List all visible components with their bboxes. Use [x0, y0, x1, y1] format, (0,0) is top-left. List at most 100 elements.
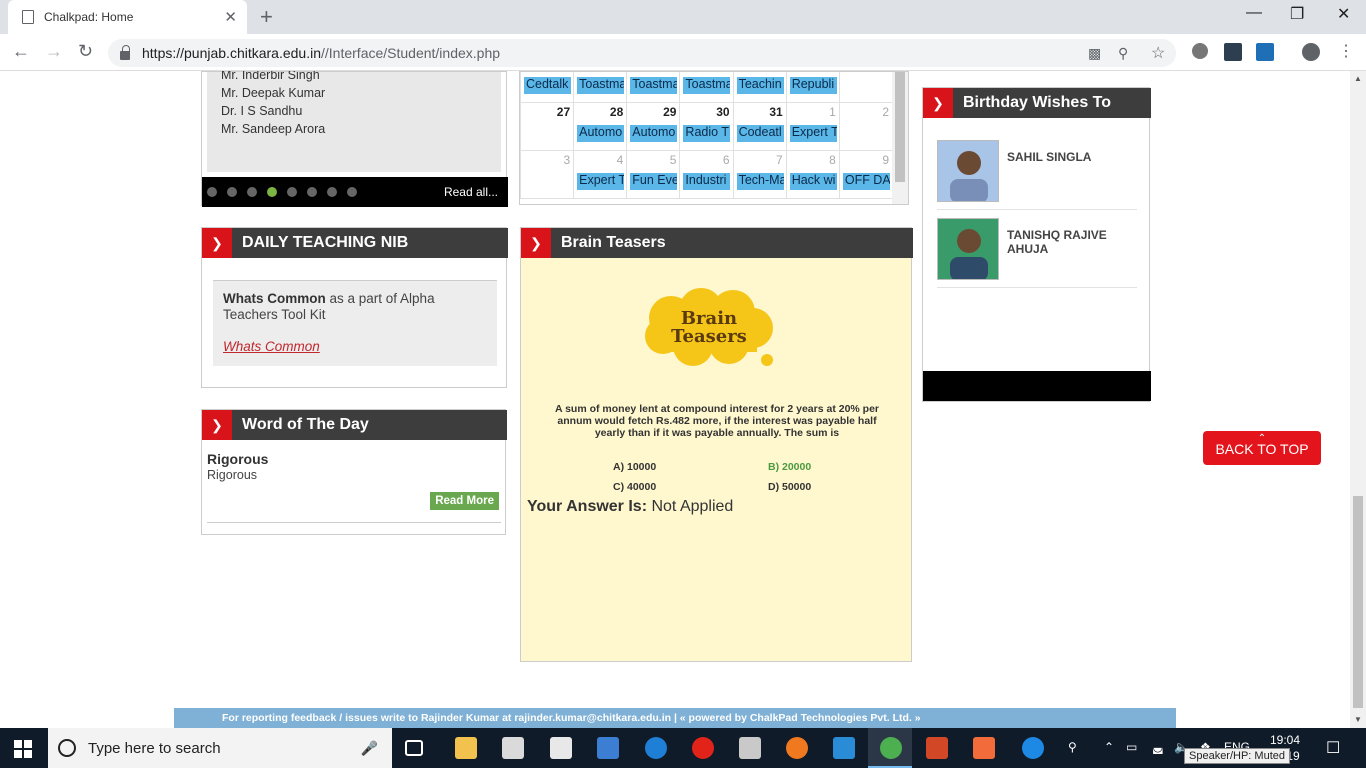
- slider-dot[interactable]: [247, 187, 257, 197]
- calendar-day-cell[interactable]: Toastma: [626, 72, 681, 103]
- back-to-top-button[interactable]: ⌃ BACK TO TOP: [1203, 431, 1321, 465]
- file-explorer-icon[interactable]: [455, 737, 477, 759]
- slider-dot[interactable]: [347, 187, 357, 197]
- chevron-up-icon[interactable]: ⌃: [1104, 740, 1114, 754]
- calendar-day-cell[interactable]: Toastma: [679, 72, 734, 103]
- extension-icon[interactable]: [1192, 43, 1208, 59]
- extension-icon[interactable]: [1224, 43, 1242, 61]
- app-icon[interactable]: [833, 737, 855, 759]
- minimize-button[interactable]: —: [1246, 4, 1262, 22]
- wifi-icon[interactable]: ◛: [1152, 740, 1164, 754]
- slider-dot[interactable]: [307, 187, 317, 197]
- opera-icon[interactable]: [692, 737, 714, 759]
- calendar-event[interactable]: Toastma: [630, 77, 678, 94]
- close-window-button[interactable]: ✕: [1337, 4, 1350, 24]
- teaser-option[interactable]: A) 10000: [613, 461, 656, 473]
- read-more-button[interactable]: Read More: [430, 492, 499, 510]
- calendar-day-cell[interactable]: Cedtalk: [520, 72, 575, 103]
- edge-icon[interactable]: [645, 737, 667, 759]
- blocked-icon[interactable]: ▩: [1088, 45, 1101, 62]
- xampp-icon[interactable]: [973, 737, 995, 759]
- calendar-event[interactable]: Automo: [577, 125, 625, 142]
- reload-icon[interactable]: ↻: [78, 41, 93, 62]
- firefox-icon[interactable]: [786, 737, 808, 759]
- calendar-event[interactable]: Toastma: [577, 77, 625, 94]
- calendar-event[interactable]: Cedtalk: [524, 77, 571, 94]
- menu-icon[interactable]: ⋮: [1338, 41, 1354, 61]
- teaser-option[interactable]: C) 40000: [613, 481, 656, 493]
- calendar-day-cell[interactable]: Toastma: [573, 72, 628, 103]
- calendar-day-cell[interactable]: 7 Tech-Ma: [732, 150, 787, 199]
- birthday-person[interactable]: TANISHQ RAJIVE AHUJA: [937, 218, 1137, 288]
- calendar-event[interactable]: Toastma: [683, 77, 731, 94]
- store-icon[interactable]: [502, 737, 524, 759]
- calendar-event[interactable]: Automo: [630, 125, 678, 142]
- forward-arrow-icon[interactable]: →: [45, 41, 63, 62]
- calendar-event[interactable]: Industri: [683, 173, 731, 190]
- slider-dot[interactable]: [227, 187, 237, 197]
- people-icon[interactable]: ⚲: [1068, 740, 1077, 754]
- calendar-day-cell[interactable]: 8 Hack wi: [785, 150, 840, 199]
- calendar-day-cell[interactable]: 2: [838, 102, 894, 151]
- calendar-event[interactable]: Codeatl: [736, 125, 784, 142]
- back-arrow-icon[interactable]: ←: [12, 41, 30, 62]
- browser-tab[interactable]: Chalkpad: Home ✕: [8, 0, 247, 34]
- calendar-event[interactable]: Teachin: [736, 77, 784, 94]
- dropbox-icon[interactable]: [550, 737, 572, 759]
- teaser-option[interactable]: D) 50000: [768, 481, 811, 493]
- slider-dot-active[interactable]: [267, 187, 277, 197]
- extension-icon[interactable]: [1256, 43, 1274, 61]
- chrome-icon[interactable]: [880, 737, 902, 759]
- scroll-up-icon[interactable]: ▲: [1354, 74, 1362, 83]
- powerpoint-icon[interactable]: [926, 737, 948, 759]
- teaser-option-correct[interactable]: B) 20000: [768, 461, 811, 473]
- scroll-down-icon[interactable]: ▼: [1354, 715, 1362, 724]
- calendar-event[interactable]: Fun Eve: [630, 173, 678, 190]
- calendar-day-cell[interactable]: Teachin: [732, 72, 787, 103]
- help-icon[interactable]: [1022, 737, 1044, 759]
- slider-dot[interactable]: [207, 187, 217, 197]
- calendar-day-cell[interactable]: 5 Fun Eve: [626, 150, 681, 199]
- birthday-person[interactable]: SAHIL SINGLA: [937, 140, 1137, 210]
- calendar-day-cell[interactable]: 3: [520, 150, 575, 199]
- calendar-day-cell[interactable]: [838, 72, 894, 103]
- calendar-day-cell[interactable]: Republi: [785, 72, 840, 103]
- calendar-event[interactable]: Hack wi: [789, 173, 837, 190]
- scrollbar-thumb[interactable]: [1353, 496, 1363, 708]
- notifications-icon[interactable]: ☐: [1326, 738, 1340, 758]
- windows-start-icon[interactable]: [14, 740, 32, 758]
- calendar-event[interactable]: Tech-Ma: [736, 173, 784, 190]
- key-icon[interactable]: ⚲: [1118, 45, 1128, 62]
- calendar-day-cell[interactable]: 27: [520, 102, 575, 151]
- calendar-scrollbar[interactable]: [892, 72, 908, 204]
- calendar-day-cell[interactable]: 1 Expert T: [785, 102, 840, 151]
- calendar-event[interactable]: OFF DA: [842, 173, 890, 190]
- battery-icon[interactable]: ▭: [1126, 740, 1137, 754]
- slider-dot[interactable]: [287, 187, 297, 197]
- photos-icon[interactable]: [597, 737, 619, 759]
- calendar-day-cell[interactable]: 28 Automo: [573, 102, 628, 151]
- calendar-day-cell[interactable]: 29 Automo: [626, 102, 681, 151]
- scrollbar-thumb[interactable]: [895, 72, 905, 182]
- calendar-day-cell[interactable]: 31 Codeatl: [732, 102, 787, 151]
- nib-link[interactable]: Whats Common: [223, 339, 487, 355]
- taskbar-search[interactable]: Type here to search 🎤: [48, 728, 392, 768]
- profile-icon[interactable]: [1302, 43, 1320, 61]
- calendar-event[interactable]: Radio T: [683, 125, 731, 142]
- document-icon[interactable]: [739, 737, 761, 759]
- maximize-button[interactable]: ❐: [1290, 4, 1304, 24]
- page-scrollbar[interactable]: ▲ ▼: [1350, 71, 1366, 728]
- calendar-event[interactable]: Republi: [789, 77, 837, 94]
- calendar-event[interactable]: Expert T: [577, 173, 625, 190]
- calendar-day-cell[interactable]: 9 OFF DA: [838, 150, 894, 199]
- new-tab-button[interactable]: +: [260, 4, 273, 30]
- calendar-day-cell[interactable]: 30 Radio T: [679, 102, 734, 151]
- calendar-day-cell[interactable]: 6 Industri: [679, 150, 734, 199]
- tab-close-icon[interactable]: ✕: [224, 8, 237, 26]
- microphone-icon[interactable]: 🎤: [361, 740, 378, 757]
- calendar-event[interactable]: Expert T: [789, 125, 837, 142]
- read-all-link[interactable]: Read all...: [444, 185, 498, 199]
- star-icon[interactable]: ☆: [1151, 43, 1165, 63]
- calendar-day-cell[interactable]: 4 Expert T: [573, 150, 628, 199]
- slider-dot[interactable]: [327, 187, 337, 197]
